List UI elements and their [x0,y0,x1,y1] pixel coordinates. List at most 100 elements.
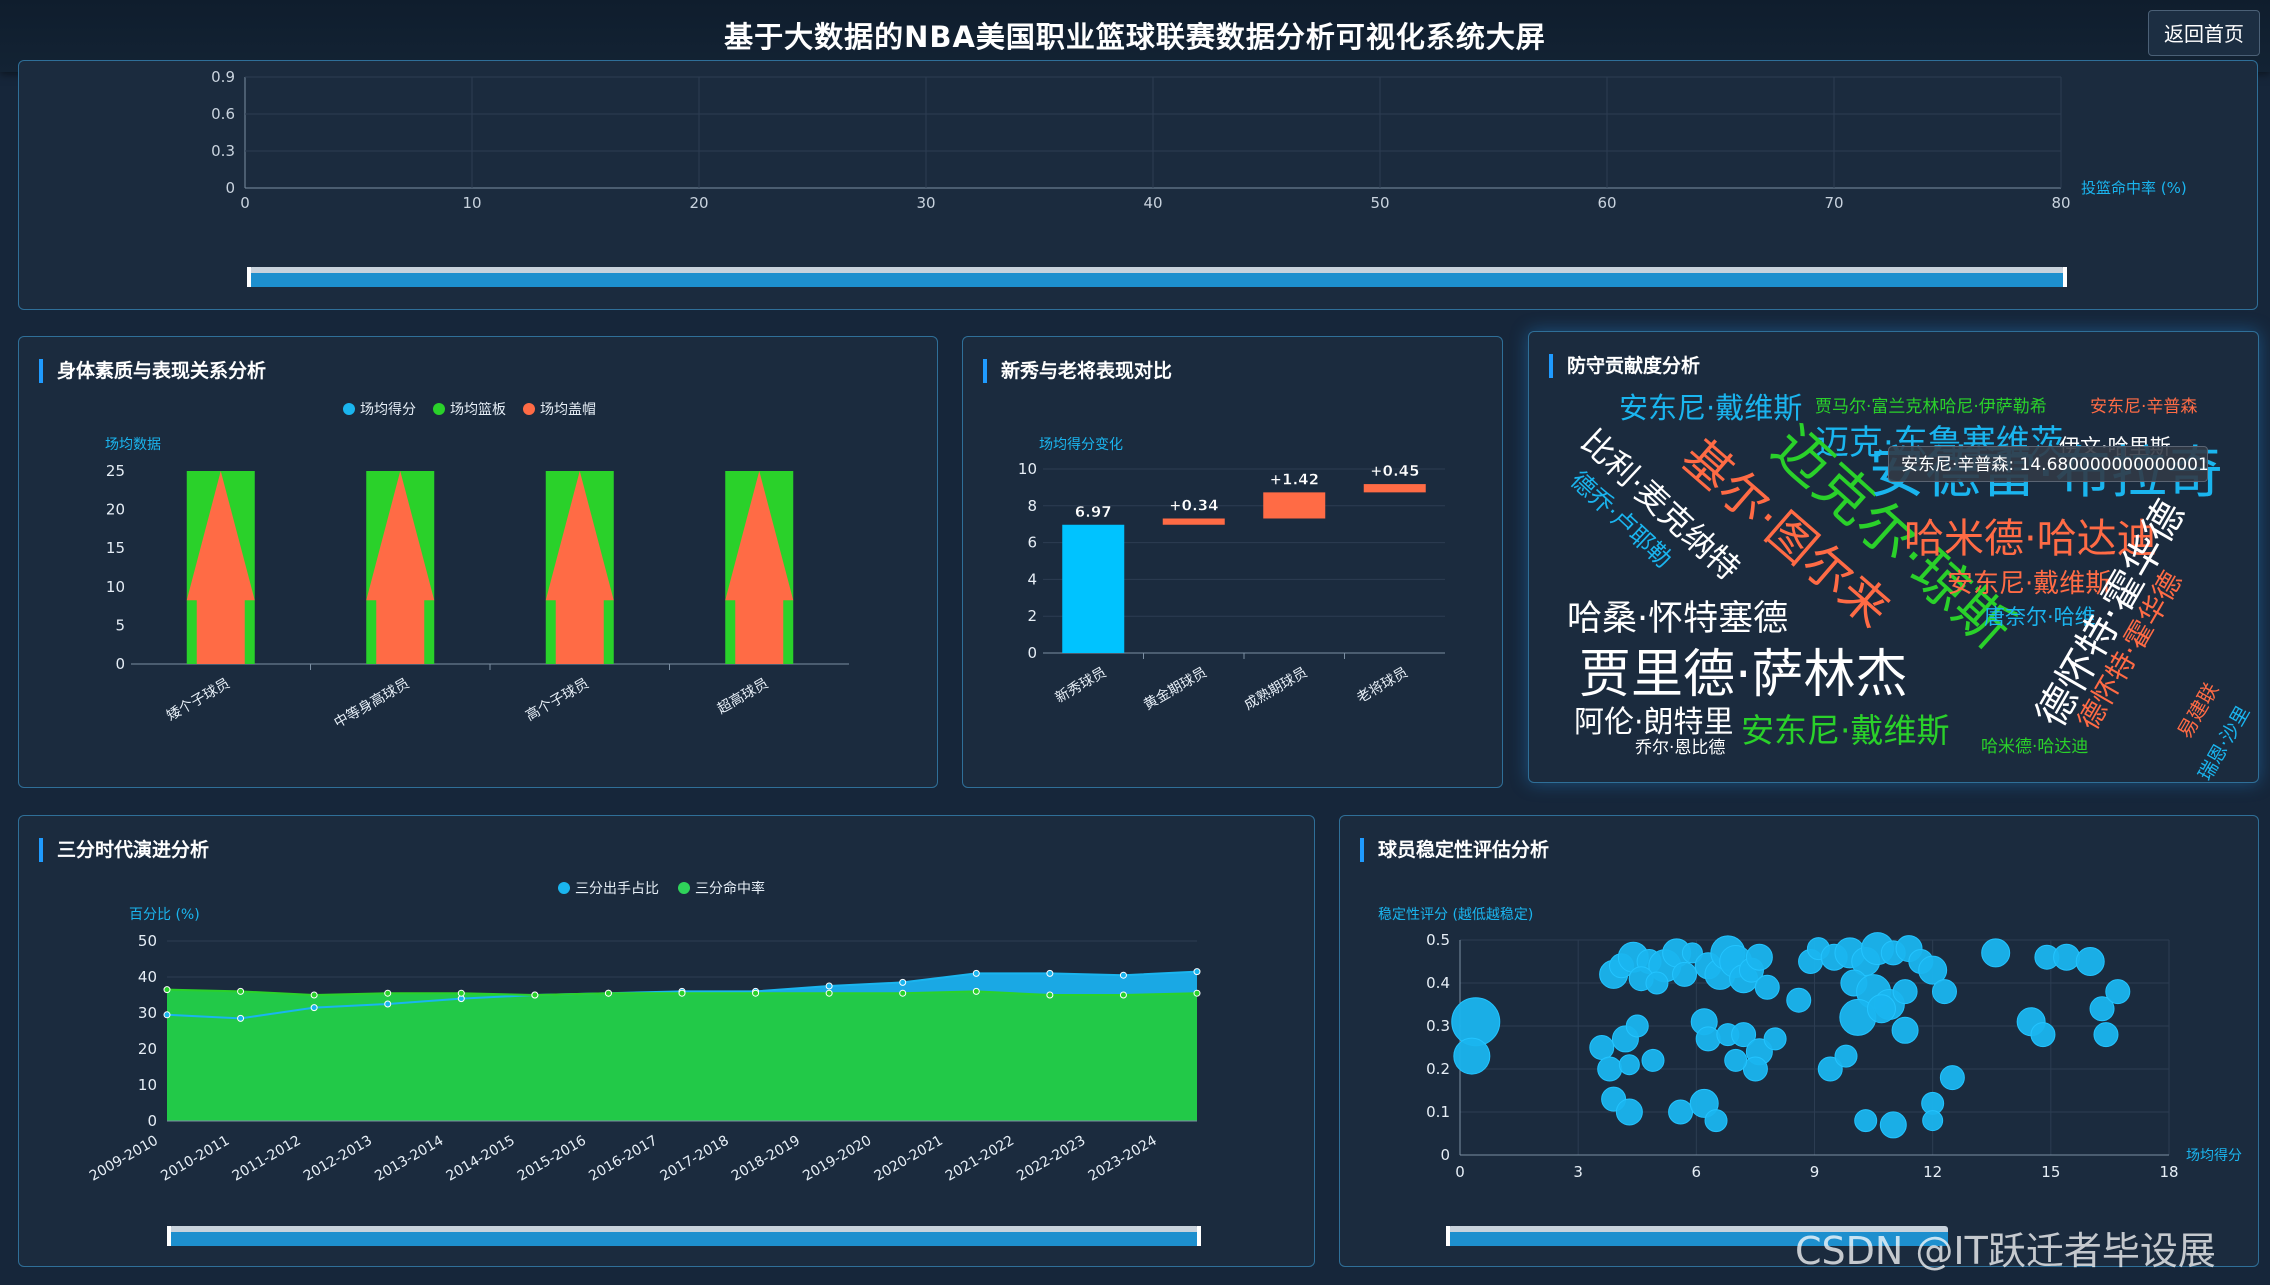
zoom-slider-handle-left [167,1226,171,1246]
y-tick-label: 0.3 [211,142,235,160]
scatter-point [1854,1109,1878,1133]
x-tick-label: 2012-2013 [301,1133,375,1185]
scatter-point [1615,1098,1643,1126]
waterfall-bar [1263,492,1326,519]
return-home-button[interactable]: 返回首页 [2148,10,2260,56]
wordcloud-word: 乔尔·恩比德 [1635,738,1725,758]
x-tick-label: 2022-2023 [1014,1133,1088,1185]
scatter-point [2105,979,2131,1005]
y-tick-label: 0 [1027,644,1037,662]
scatter-point [1668,1099,1694,1125]
panel-three-point: 三分时代演进分析 三分出手占比 三分命中率 百分比 (%) 50 40 30 20 10 0 20… [18,815,1315,1267]
x-tick-label: 30 [916,194,935,212]
point-3pa-rate [163,1011,171,1019]
three-point-area-chart: 三分出手占比 三分命中率百分比 (%)504030201002009-201020… [87,880,1201,1246]
scatter-point [1672,961,1698,987]
bar-value-label: +1.42 [1269,470,1319,488]
point-3pa-rate [899,978,907,986]
point-3pa-rate [1119,971,1127,979]
y-tick-label: 0.9 [211,68,235,86]
y-tick-label: 0 [147,1112,157,1130]
legend-dot [678,882,690,894]
x-tick-label: 新秀球员 [1053,665,1109,707]
y-tick-label: 15 [106,539,125,557]
scatter-point [1589,1035,1615,1060]
x-tick-label: 2011-2012 [230,1133,304,1185]
bar-value-label: +0.45 [1370,462,1420,480]
legend-label: 场均盖帽 [540,402,596,418]
page-title: 基于大数据的NBA美国职业篮球联赛数据分析可视化系统大屏 [724,20,1546,54]
zoom-slider-handle-right [2063,267,2067,287]
x-tick-label: 15 [2041,1163,2060,1181]
waterfall-bar [1162,518,1225,525]
y-tick-label: 0.4 [1426,974,1450,992]
x-tick-label: 2009-2010 [87,1133,161,1185]
x-axis-label: 投篮命中率 (%) [2081,179,2187,197]
x-tick-label: 成熟期球员 [1242,665,1311,714]
y-tick-label: 0 [1440,1146,1450,1164]
point-3p-pct [457,989,465,997]
legend-dot [343,403,355,415]
y-tick-label: 2 [1027,607,1037,625]
point-3p-pct [163,986,171,994]
rookie-waterfall-chart: 场均得分变化10 8 6 4 2 0 6.97 新秀球员 +0.34 黄金期球员 +1.42 成熟期球… [1018,436,1445,714]
physical-bar-chart: 场均得分 场均篮板 场均盖帽场均数据 25 20 15 10 5 0 矮个子球员 中等身高球员 高个子… [105,401,849,731]
y-axis-label: 百分比 (%) [129,907,200,923]
y-tick-label: 0.5 [1426,931,1450,949]
scatter-point [2030,1022,2056,1048]
scatter-point [1834,1044,1858,1068]
x-tick-label: 2017-2018 [658,1133,732,1185]
y-tick-label: 0.2 [1426,1060,1450,1078]
x-tick-label: 0 [240,194,250,212]
wordcloud-word: 安东尼·戴维斯 [1619,391,1802,425]
zoom-slider-handle-left [247,267,251,287]
y-tick-label: 50 [138,932,157,950]
scatter-point [1931,979,1957,1005]
x-tick-label: 2015-2016 [515,1133,589,1185]
point-3pa-rate [825,982,833,990]
panel-rookie-veteran: 新秀与老将表现对比 场均得分变化 10 8 6 4 2 0 6.97 新秀球员 +0.34 黄金期球… [962,336,1503,788]
scatter-point [1745,943,1773,971]
scatter-point [1695,1026,1721,1052]
scatter-point [1754,974,1780,1000]
x-tick-label: 6 [1692,1163,1702,1181]
panel-stability: 球员稳定性评估分析 稳定性评分 (越低越稳定) 0.5 0.4 0.3 0.2 0.1 0 0… [1339,815,2259,1267]
zoom-slider-handle-right [1197,1226,1201,1246]
y-tick-label: 40 [138,968,157,986]
point-3p-pct [531,991,539,999]
wordcloud-word: 贾里德·萨林杰 [1579,645,1908,705]
point-3p-pct [310,991,318,999]
scatter-point [1645,971,1669,995]
zoom-slider-handle-left [1446,1226,1450,1246]
y-tick-label: 0.6 [211,105,235,123]
zoom-slider-fill [249,273,2065,287]
area-3p-pct [167,989,1197,1121]
scatter-point [1453,1037,1491,1075]
scatter-point [1939,1065,1965,1091]
scatter-point [1879,1111,1907,1139]
x-tick-label: 黄金期球员 [1141,664,1210,714]
x-tick-label: 高个子球员 [523,675,592,725]
x-tick-label: 2016-2017 [586,1133,660,1185]
point-3pa-rate [1193,968,1201,976]
point-3p-pct [678,989,686,997]
x-tick-label: 矮个子球员 [164,676,233,725]
wordcloud-word: 贾马尔·富兰克林哈尼·伊萨勒希 [1815,397,2047,417]
x-tick-label: 2021-2022 [943,1133,1017,1185]
x-tick-label: 20 [689,194,708,212]
scatter-point [1724,1048,1748,1072]
waterfall-bar [1062,524,1125,653]
y-tick-label: 20 [106,501,125,519]
point-3p-pct [752,989,760,997]
legend-label: 场均得分 [360,401,416,418]
x-tick-label: 2020-2021 [872,1133,946,1185]
y-tick-label: 10 [1018,460,1037,478]
y-tick-label: 4 [1027,570,1037,588]
point-3pa-rate [972,969,980,977]
y-tick-label: 0 [115,655,125,673]
point-3p-pct [604,989,612,997]
y-tick-label: 8 [1027,497,1037,515]
point-3p-pct [899,989,907,997]
y-axis-label: 稳定性评分 (越低越稳定) [1378,907,1533,923]
y-tick-label: 5 [115,616,125,634]
